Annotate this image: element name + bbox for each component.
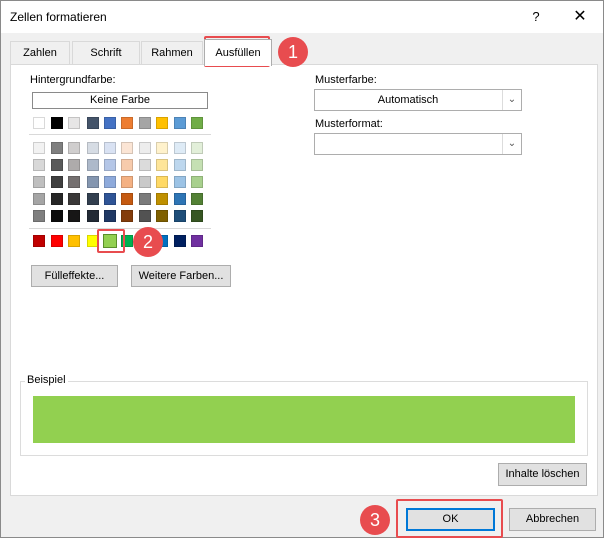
theme-color-swatch[interactable] xyxy=(191,117,203,129)
tint-color-swatch[interactable] xyxy=(87,176,99,188)
tint-color-swatch[interactable] xyxy=(51,176,63,188)
tint-color-swatch[interactable] xyxy=(156,210,168,222)
dialog-title: Zellen formatieren xyxy=(10,10,107,24)
tint-color-swatch[interactable] xyxy=(51,142,63,154)
callout-badge-2: 2 xyxy=(133,227,163,257)
tint-color-swatch[interactable] xyxy=(121,176,133,188)
tint-color-swatch[interactable] xyxy=(87,159,99,171)
callout-badge-3: 3 xyxy=(360,505,390,535)
tint-color-swatch[interactable] xyxy=(33,159,45,171)
standard-color-swatch[interactable] xyxy=(68,235,80,247)
tint-color-swatch[interactable] xyxy=(121,142,133,154)
tint-color-swatch[interactable] xyxy=(156,193,168,205)
title-bar: Zellen formatieren ? ✕ xyxy=(1,1,603,33)
tint-color-swatch[interactable] xyxy=(174,210,186,222)
clear-contents-button[interactable]: Inhalte löschen xyxy=(498,463,587,486)
tint-color-swatch[interactable] xyxy=(68,210,80,222)
tint-color-swatch[interactable] xyxy=(174,142,186,154)
pattern-color-select[interactable]: Automatisch ⌄ xyxy=(314,89,522,111)
highlight-box-ok xyxy=(396,499,503,538)
tint-color-swatch[interactable] xyxy=(104,159,116,171)
tint-color-swatch[interactable] xyxy=(104,142,116,154)
tint-color-swatch[interactable] xyxy=(139,176,151,188)
pattern-style-label: Musterformat: xyxy=(315,118,383,130)
tint-color-swatch[interactable] xyxy=(174,159,186,171)
theme-color-swatch[interactable] xyxy=(174,117,186,129)
theme-color-swatch[interactable] xyxy=(68,117,80,129)
tint-color-swatch[interactable] xyxy=(139,193,151,205)
chevron-down-icon[interactable]: ⌄ xyxy=(502,90,521,110)
pattern-color-label: Musterfarbe: xyxy=(315,74,377,86)
tint-color-swatch[interactable] xyxy=(121,193,133,205)
sample-label: Beispiel xyxy=(25,374,68,386)
pattern-style-value xyxy=(315,134,501,154)
more-colors-button[interactable]: Weitere Farben... xyxy=(131,265,231,287)
tab-rahmen[interactable]: Rahmen xyxy=(141,41,203,64)
tab-schrift[interactable]: Schrift xyxy=(72,41,140,64)
callout-badge-1: 1 xyxy=(278,37,308,67)
pattern-style-select[interactable]: ⌄ xyxy=(314,133,522,155)
tint-color-swatch[interactable] xyxy=(68,159,80,171)
theme-color-swatch[interactable] xyxy=(51,117,63,129)
sample-preview xyxy=(33,396,575,443)
tint-color-swatch[interactable] xyxy=(33,210,45,222)
tint-color-swatch[interactable] xyxy=(68,193,80,205)
cancel-button[interactable]: Abbrechen xyxy=(509,508,596,531)
tint-color-swatch[interactable] xyxy=(191,210,203,222)
theme-color-swatch[interactable] xyxy=(156,117,168,129)
tint-color-swatch[interactable] xyxy=(121,159,133,171)
standard-color-swatch[interactable] xyxy=(51,235,63,247)
palette-divider xyxy=(29,134,211,135)
tint-color-swatch[interactable] xyxy=(104,193,116,205)
standard-color-swatch[interactable] xyxy=(191,235,203,247)
tint-color-swatch[interactable] xyxy=(139,159,151,171)
close-button[interactable]: ✕ xyxy=(565,5,595,29)
tint-color-swatch[interactable] xyxy=(139,142,151,154)
tint-color-swatch[interactable] xyxy=(156,159,168,171)
tint-color-swatch[interactable] xyxy=(156,176,168,188)
chevron-down-icon[interactable]: ⌄ xyxy=(502,134,521,154)
tint-color-swatch[interactable] xyxy=(68,176,80,188)
tint-color-swatch[interactable] xyxy=(33,193,45,205)
tint-color-swatch[interactable] xyxy=(121,210,133,222)
tint-color-swatch[interactable] xyxy=(33,142,45,154)
tint-color-swatch[interactable] xyxy=(174,193,186,205)
tint-color-swatch[interactable] xyxy=(33,176,45,188)
tint-color-swatch[interactable] xyxy=(191,176,203,188)
tint-color-swatch[interactable] xyxy=(68,142,80,154)
pattern-color-value: Automatisch xyxy=(377,94,439,106)
tab-ausfuellen[interactable]: Ausfüllen xyxy=(204,39,272,66)
tint-color-swatch[interactable] xyxy=(191,142,203,154)
tab-zahlen[interactable]: Zahlen xyxy=(10,41,70,64)
background-color-label: Hintergrundfarbe: xyxy=(30,74,116,86)
theme-color-swatch[interactable] xyxy=(33,117,45,129)
tint-color-swatch[interactable] xyxy=(51,159,63,171)
format-cells-dialog: Zellen formatieren ? ✕ Zahlen Schrift Ra… xyxy=(0,0,604,538)
tint-color-swatch[interactable] xyxy=(87,193,99,205)
theme-color-swatch[interactable] xyxy=(139,117,151,129)
no-color-button[interactable]: Keine Farbe xyxy=(32,92,208,109)
tint-color-swatch[interactable] xyxy=(139,210,151,222)
tint-color-swatch[interactable] xyxy=(191,193,203,205)
standard-color-swatch[interactable] xyxy=(33,235,45,247)
theme-color-swatch[interactable] xyxy=(104,117,116,129)
theme-color-swatch[interactable] xyxy=(87,117,99,129)
help-button[interactable]: ? xyxy=(523,5,549,29)
fill-effects-button[interactable]: Fülleffekte... xyxy=(31,265,118,287)
tint-color-swatch[interactable] xyxy=(87,210,99,222)
tint-color-swatch[interactable] xyxy=(51,210,63,222)
tint-color-swatch[interactable] xyxy=(174,176,186,188)
tint-color-swatch[interactable] xyxy=(191,159,203,171)
standard-color-swatch[interactable] xyxy=(174,235,186,247)
tint-color-swatch[interactable] xyxy=(87,142,99,154)
tint-color-swatch[interactable] xyxy=(156,142,168,154)
tint-color-swatch[interactable] xyxy=(104,176,116,188)
tint-color-swatch[interactable] xyxy=(51,193,63,205)
highlight-box-green xyxy=(97,229,125,253)
theme-color-swatch[interactable] xyxy=(121,117,133,129)
tint-color-swatch[interactable] xyxy=(104,210,116,222)
